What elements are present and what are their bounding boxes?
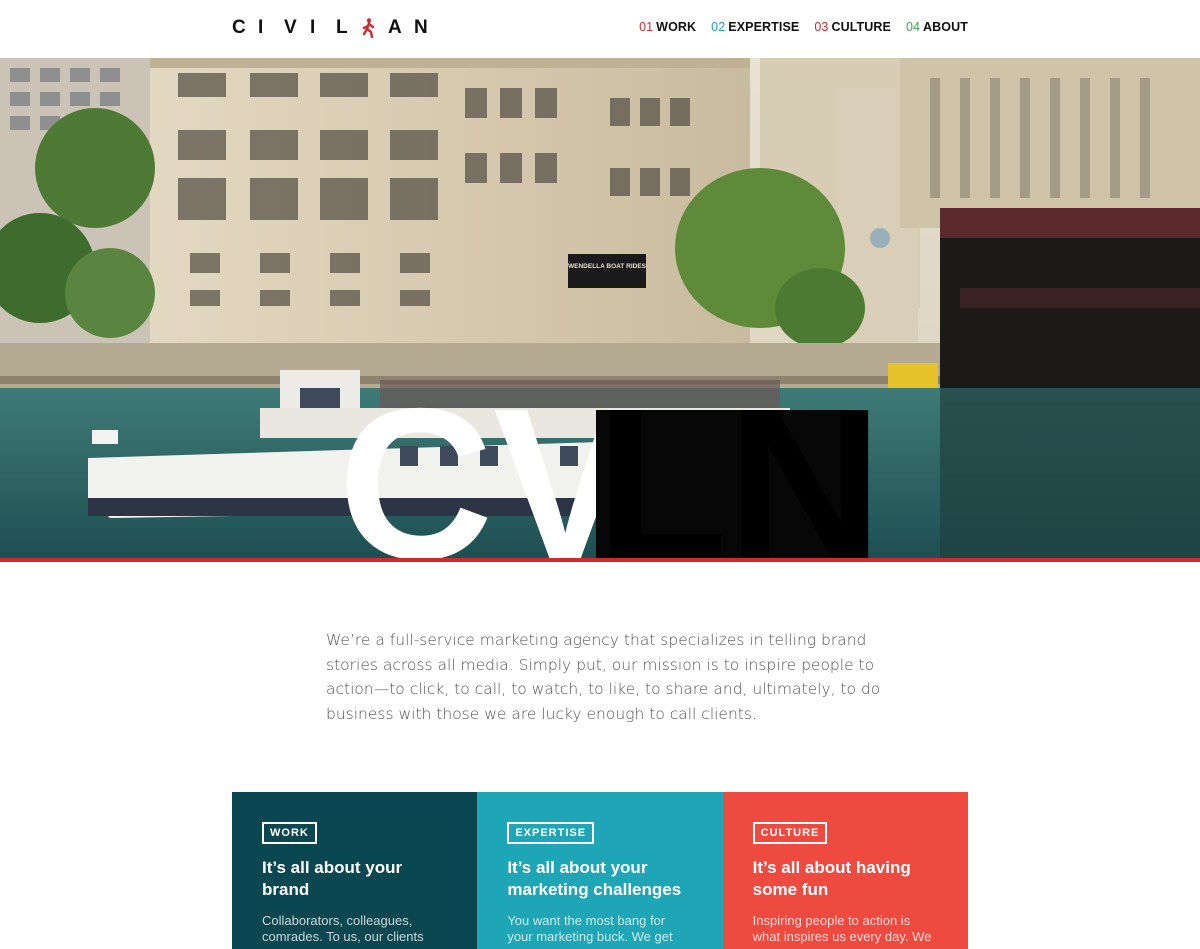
logo-letter: C <box>232 17 246 38</box>
nav-number: 02 <box>711 20 726 34</box>
card-work[interactable]: WORK It’s all about your brand Collabora… <box>232 792 478 949</box>
card-expertise[interactable]: EXPERTISE It’s all about your marketing … <box>477 792 723 949</box>
nav-label: WORK <box>656 20 697 34</box>
hero-overlay-text: CV <box>338 363 637 558</box>
nav-label: ABOUT <box>923 20 968 34</box>
card-body: Collaborators, colleagues, comrades. To … <box>262 913 424 944</box>
card-title: It’s all about having some fun <box>752 858 911 899</box>
civilian-logo[interactable]: C I V I L A N <box>232 17 440 39</box>
boat-rides-sign-text: WENDELLA BOAT RIDES <box>568 263 647 270</box>
nav-number: 03 <box>814 20 829 34</box>
nav-number: 01 <box>639 20 654 34</box>
logo-letter: I <box>310 17 316 38</box>
nav-label: CULTURE <box>831 20 891 34</box>
card-body: Inspiring people to action is what inspi… <box>752 913 932 944</box>
logo-letter: I <box>258 17 264 38</box>
card-title: It’s all about your brand <box>262 858 403 899</box>
card-culture[interactable]: CULTURE It’s all about having some fun I… <box>722 792 968 949</box>
hero-scene-illustration: WENDELLA BOAT RIDES CV LN <box>0 58 1200 558</box>
logo-letter: V <box>284 17 297 38</box>
hero-image: WENDELLA BOAT RIDES CV LN <box>0 58 1200 558</box>
card-tag: EXPERTISE <box>507 822 595 844</box>
hero-overlay-letters-white: CV <box>338 363 637 558</box>
hero-accent-line <box>0 558 1200 562</box>
nav-number: 04 <box>905 20 921 34</box>
card-tag: WORK <box>262 822 317 844</box>
logo-letter: A <box>388 17 402 38</box>
nav-link-expertise[interactable]: 02 EXPERTISE <box>711 20 799 34</box>
intro-paragraph: We’re a full-service marketing agency th… <box>326 631 881 723</box>
card-body: You want the most bang for your marketin… <box>507 913 673 944</box>
hero-overlay-letters-black: LN <box>596 363 883 558</box>
card-tag: CULTURE <box>752 822 828 844</box>
feature-cards: WORK It’s all about your brand Collabora… <box>232 792 968 949</box>
nav-link-about[interactable]: 04 ABOUT <box>906 20 968 34</box>
logo-letter: N <box>414 17 428 38</box>
nav-link-culture[interactable]: 03 CULTURE <box>814 20 891 34</box>
nav-label: EXPERTISE <box>728 20 800 34</box>
nav-link-work[interactable]: 01 WORK <box>639 20 696 34</box>
site-header: C I V I L A N 01 WORK 02 EXPERTISE 03 CU… <box>0 0 1200 58</box>
card-title: It’s all about your marketing challenges <box>507 858 682 899</box>
main-nav: 01 WORK 02 EXPERTISE 03 CULTURE 04 ABOUT <box>639 20 968 34</box>
logo-letter: L <box>336 17 348 38</box>
walking-man-icon <box>362 18 388 39</box>
